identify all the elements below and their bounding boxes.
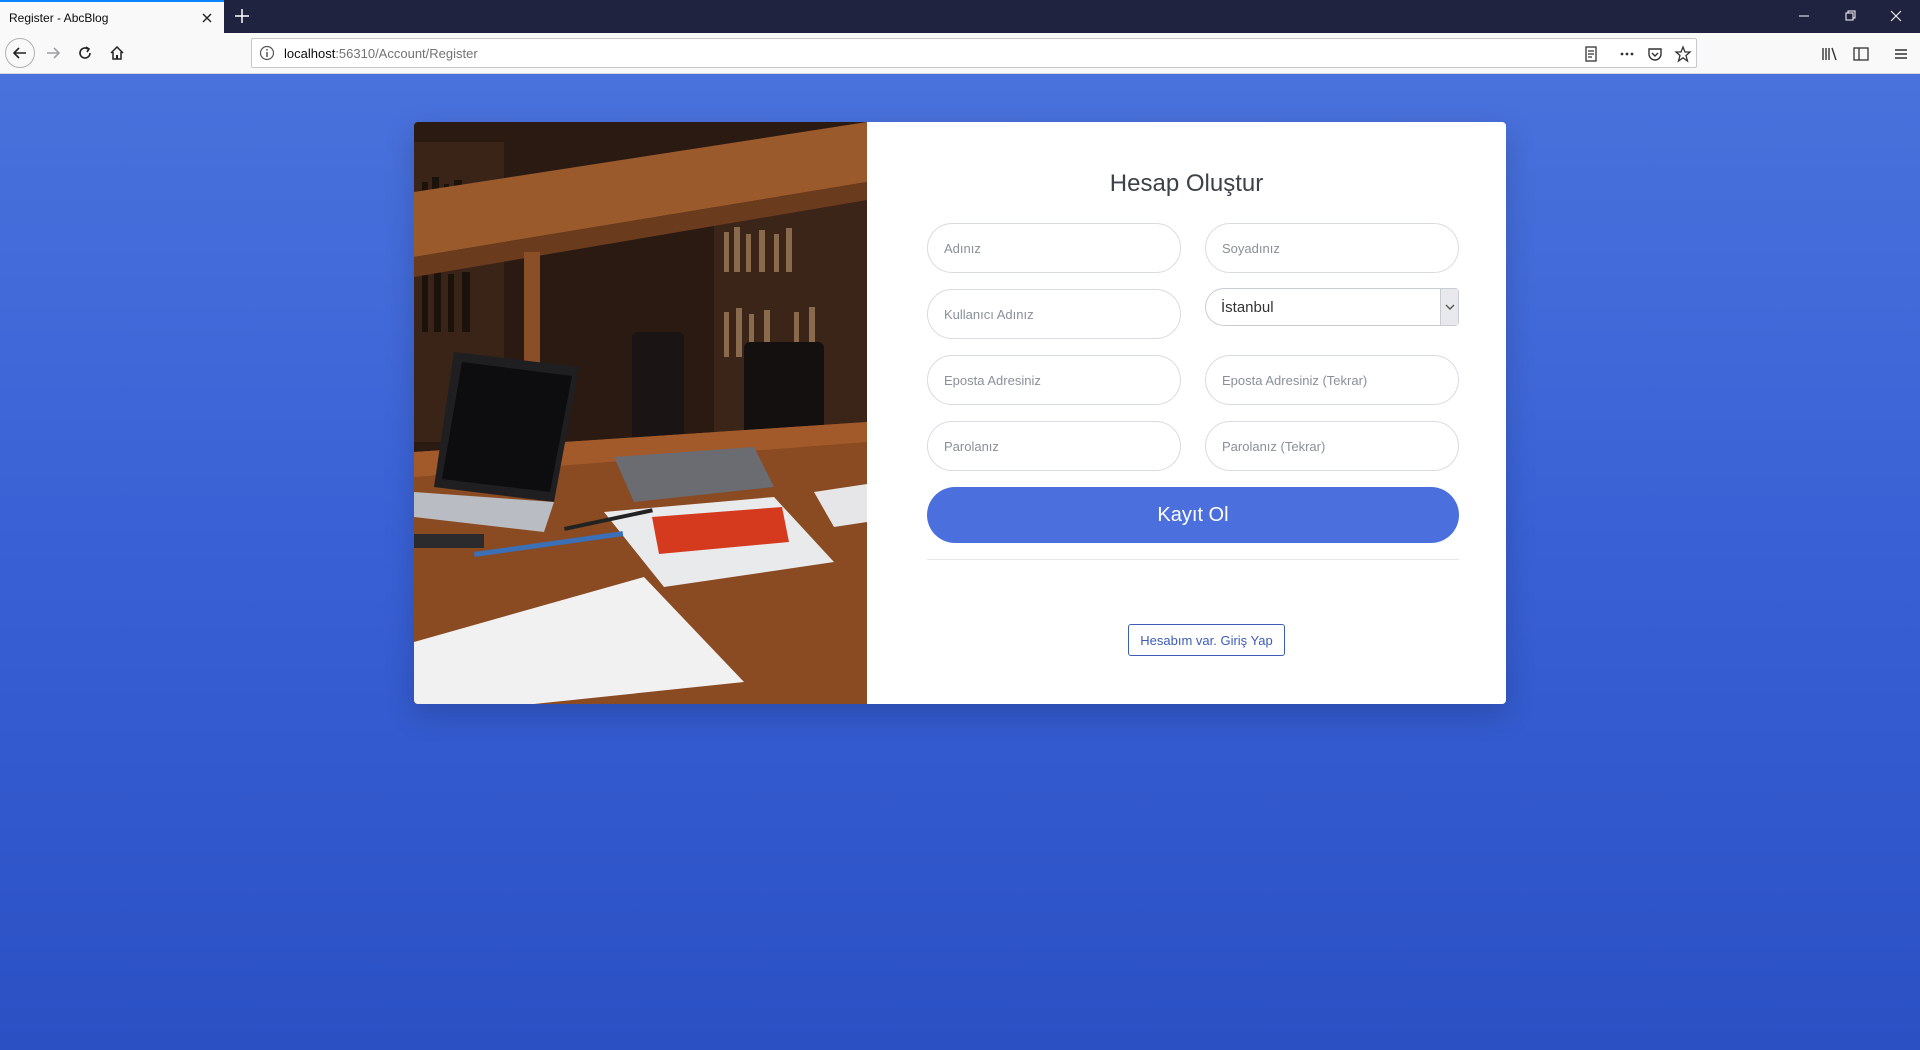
bookmark-star-icon[interactable] [1674,45,1692,63]
email-confirm-input[interactable] [1205,355,1459,405]
restore-icon[interactable] [1840,6,1860,26]
register-card: Hesap Oluştur İstanbul Kayıt Ol Hesabım … [414,122,1506,704]
browser-tab-strip: Register - AbcBlog [0,0,1920,33]
chevron-down-icon [1445,304,1454,310]
sidebar-toggle-icon[interactable] [1852,45,1870,63]
register-button[interactable]: Kayıt Ol [927,487,1459,543]
city-select-value: İstanbul [1221,299,1274,316]
password-input[interactable] [927,421,1181,471]
home-button[interactable] [102,38,132,68]
register-form: Hesap Oluştur İstanbul Kayıt Ol Hesabım … [867,122,1506,704]
pocket-icon[interactable] [1646,45,1664,63]
reader-view-icon[interactable] [1582,45,1600,63]
back-arrow-icon [12,47,26,59]
library-desk-photo [414,122,867,704]
form-divider [927,559,1459,560]
minimize-icon[interactable] [1794,6,1814,26]
password-confirm-input[interactable] [1205,421,1459,471]
home-icon [110,45,124,60]
page-actions-icon[interactable] [1618,45,1636,63]
tab-title: Register - AbcBlog [9,11,109,25]
first-name-input[interactable] [927,223,1181,273]
new-tab-icon[interactable] [232,6,252,26]
login-link-button[interactable]: Hesabım var. Giriş Yap [1128,624,1285,656]
last-name-input[interactable] [1205,223,1459,273]
forward-button[interactable] [38,38,68,68]
site-info-icon[interactable] [259,45,275,61]
browser-navbar: localhost:56310/Account/Register [0,33,1920,74]
browser-tab[interactable]: Register - AbcBlog [0,0,224,33]
url-bar[interactable]: localhost:56310/Account/Register [251,38,1697,68]
url-host: localhost [284,46,336,61]
url-text: localhost:56310/Account/Register [284,46,478,61]
username-input[interactable] [927,289,1181,339]
form-title: Hesap Oluştur [1109,170,1264,197]
close-tab-icon[interactable] [198,9,216,27]
back-button[interactable] [5,38,35,68]
forward-arrow-icon [47,47,61,59]
close-window-icon[interactable] [1886,6,1906,26]
reload-button[interactable] [70,38,100,68]
city-select[interactable]: İstanbul [1205,288,1459,326]
library-icon[interactable] [1820,45,1838,63]
page-background: Hesap Oluştur İstanbul Kayıt Ol Hesabım … [0,74,1920,1050]
hamburger-menu-icon[interactable] [1892,45,1910,63]
reload-icon [79,46,91,59]
email-input[interactable] [927,355,1181,405]
city-select-arrow[interactable] [1440,289,1458,325]
url-path: :56310/Account/Register [335,46,478,61]
